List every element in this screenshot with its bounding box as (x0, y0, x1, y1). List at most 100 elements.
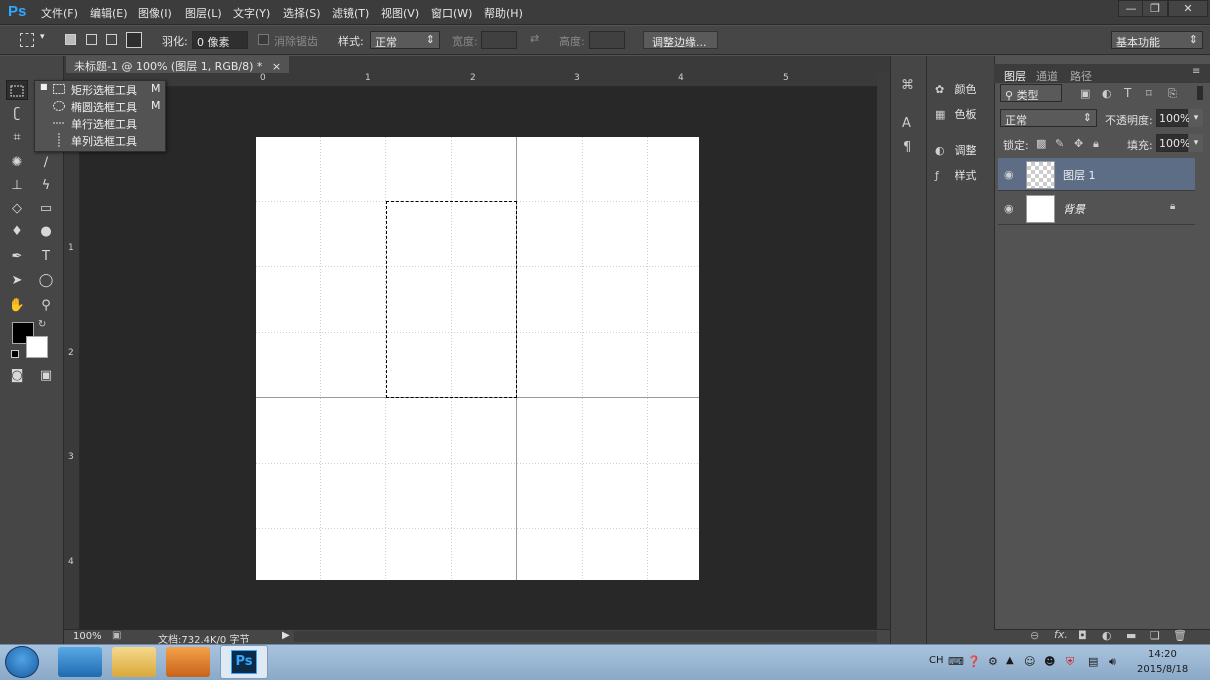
panel-swatches[interactable]: ▦ 色板 (935, 106, 977, 122)
menu-filter[interactable]: 滤镜(T) (332, 5, 369, 21)
close-button[interactable]: ✕ (1168, 0, 1208, 17)
antialias-checkbox[interactable] (258, 34, 269, 45)
explorer-taskbar-icon[interactable] (112, 647, 156, 677)
menu-help[interactable]: 帮助(H) (484, 5, 523, 21)
blend-mode-select[interactable]: 正常 ⇕ (1000, 109, 1097, 127)
default-colors-icon[interactable] (11, 350, 19, 358)
filter-adjustment-icon[interactable]: ◐ (1102, 87, 1112, 100)
volume-icon[interactable]: 🔊︎ (1109, 655, 1116, 669)
marquee-tool-preset-icon[interactable] (20, 33, 34, 47)
path-selection-icon[interactable]: ➤ (6, 271, 28, 291)
panel-adjustments[interactable]: ◐ 调整 (935, 142, 977, 158)
visibility-eye-icon[interactable]: ◉ (1004, 202, 1014, 215)
filter-shape-icon[interactable]: ⌑ (1146, 87, 1152, 100)
delete-layer-icon[interactable]: 🗑︎ (1173, 629, 1187, 642)
flyout-item-rect-marquee[interactable]: ■ 矩形选框工具 M (35, 81, 165, 98)
panel-styles[interactable]: ƒ 样式 (935, 167, 977, 183)
gradient-tool-icon[interactable]: ▭ (35, 199, 57, 219)
qq-icon[interactable]: ☺ (1024, 655, 1035, 668)
marquee-tool-icon[interactable] (6, 80, 28, 100)
tab-paths[interactable]: 路径 (1070, 68, 1092, 84)
quick-mask-icon[interactable]: ◙ (6, 366, 28, 386)
filter-smart-object-icon[interactable]: ⎘ (1168, 87, 1177, 101)
lock-position-icon[interactable]: ✥ (1074, 137, 1083, 150)
workspace-select[interactable]: 基本功能 ⇕ (1111, 31, 1203, 49)
feather-input[interactable]: 0 像素 (192, 31, 248, 49)
blur-tool-icon[interactable]: ♦ (6, 222, 28, 242)
tab-layers[interactable]: 图层 (1004, 68, 1026, 84)
help-icon[interactable]: ❓ (967, 655, 981, 668)
add-mask-icon[interactable]: ◘ (1078, 629, 1087, 642)
brush-tool-icon[interactable]: ∕ (35, 153, 57, 173)
menu-select[interactable]: 选择(S) (283, 5, 321, 21)
background-color-swatch[interactable] (26, 336, 48, 358)
filter-pixel-icon[interactable]: ▣ (1080, 87, 1090, 100)
lasso-tool-icon[interactable]: ʗ (6, 104, 28, 124)
screen-mode-icon[interactable]: ▣ (35, 366, 57, 386)
layer-filter-select[interactable]: ⚲ 类型 (1000, 84, 1062, 102)
layer-row-background[interactable]: ◉ 背景 🔒︎ (998, 192, 1195, 225)
network-icon[interactable]: ▤ (1088, 655, 1098, 668)
flyout-item-ellipse-marquee[interactable]: 椭圆选框工具 M (35, 98, 165, 115)
new-adjustment-icon[interactable]: ◐ (1102, 629, 1112, 642)
horizontal-scrollbar[interactable] (294, 631, 877, 642)
document-tab[interactable]: 未标题-1 @ 100% (图层 1, RGB/8) * × (66, 56, 290, 73)
link-layers-icon[interactable]: ⊖ (1030, 629, 1039, 642)
fill-input[interactable]: 100% (1156, 134, 1190, 152)
lock-pixels-icon[interactable]: ✎ (1055, 137, 1064, 150)
flyout-item-column-marquee[interactable]: 单列选框工具 (35, 132, 165, 149)
style-select[interactable]: 正常 ⇕ (370, 31, 440, 49)
menu-window[interactable]: 窗口(W) (431, 5, 472, 21)
tab-channels[interactable]: 通道 (1036, 68, 1058, 84)
menu-image[interactable]: 图像(I) (138, 5, 172, 21)
input-language[interactable]: CH (929, 655, 944, 666)
panel-color[interactable]: ✿ 颜色 (935, 81, 977, 97)
chevron-down-icon[interactable]: ▾ (1189, 134, 1203, 152)
type-tool-icon[interactable]: T (35, 247, 57, 267)
new-layer-icon[interactable]: ❏ (1150, 629, 1160, 642)
layer-row-layer1[interactable]: ◉ 图层 1 (998, 158, 1195, 191)
opacity-input[interactable]: 100% (1156, 109, 1190, 127)
panel-menu-icon[interactable]: ≡ (1192, 66, 1200, 77)
start-button[interactable] (5, 646, 39, 678)
filter-toggle[interactable] (1197, 86, 1203, 100)
status-icon[interactable]: ▣ (112, 630, 121, 641)
eraser-tool-icon[interactable]: ◇ (6, 199, 28, 219)
show-hidden-icons[interactable]: ▲ (1006, 655, 1014, 666)
pen-tool-icon[interactable]: ✒ (6, 247, 28, 267)
menu-view[interactable]: 视图(V) (381, 5, 419, 21)
new-group-icon[interactable]: ▬ (1126, 629, 1136, 642)
restore-button[interactable]: ❐ (1142, 0, 1168, 17)
minimize-button[interactable]: — (1118, 0, 1144, 17)
flyout-item-row-marquee[interactable]: 单行选框工具 (35, 115, 165, 132)
photoshop-taskbar-button[interactable]: Ps (220, 645, 268, 679)
chevron-down-icon[interactable]: ▾ (1189, 109, 1203, 127)
tray-settings-icon[interactable]: ⚙ (988, 655, 998, 668)
healing-brush-icon[interactable]: ✺ (6, 153, 28, 173)
crop-tool-icon[interactable]: ⌗ (6, 128, 28, 148)
stamp-tool-icon[interactable]: ⊥ (6, 176, 28, 196)
subtract-selection-icon[interactable] (106, 34, 117, 45)
swap-colors-icon[interactable]: ↻ (38, 319, 46, 330)
refine-edge-button[interactable]: 调整边缘... (643, 31, 718, 49)
dodge-tool-icon[interactable]: ● (35, 222, 57, 242)
keyboard-icon[interactable]: ⌨ (948, 655, 964, 668)
menu-file[interactable]: 文件(F) (41, 5, 78, 21)
zoom-level[interactable]: 100% (73, 631, 102, 642)
fx-icon[interactable]: fx. (1054, 628, 1068, 641)
clock-time[interactable]: 14:20 (1148, 649, 1177, 660)
close-tab-icon[interactable]: × (272, 60, 281, 73)
lock-transparent-icon[interactable]: ▩ (1036, 137, 1046, 150)
history-panel-icon[interactable]: ⌘ (901, 78, 914, 93)
width-input[interactable] (481, 31, 517, 49)
new-selection-icon[interactable] (65, 34, 76, 45)
swap-icon[interactable]: ⇄ (530, 32, 539, 45)
qq-alt-icon[interactable]: ☻ (1044, 655, 1055, 668)
security-icon[interactable]: ⛨ (1066, 655, 1074, 669)
hand-tool-icon[interactable]: ✋ (6, 296, 28, 316)
height-input[interactable] (589, 31, 625, 49)
clock-date[interactable]: 2015/8/18 (1137, 664, 1188, 675)
chevron-down-icon[interactable]: ▾ (40, 32, 45, 42)
media-player-taskbar-icon[interactable] (166, 647, 210, 677)
intersect-selection-icon[interactable] (126, 32, 142, 48)
